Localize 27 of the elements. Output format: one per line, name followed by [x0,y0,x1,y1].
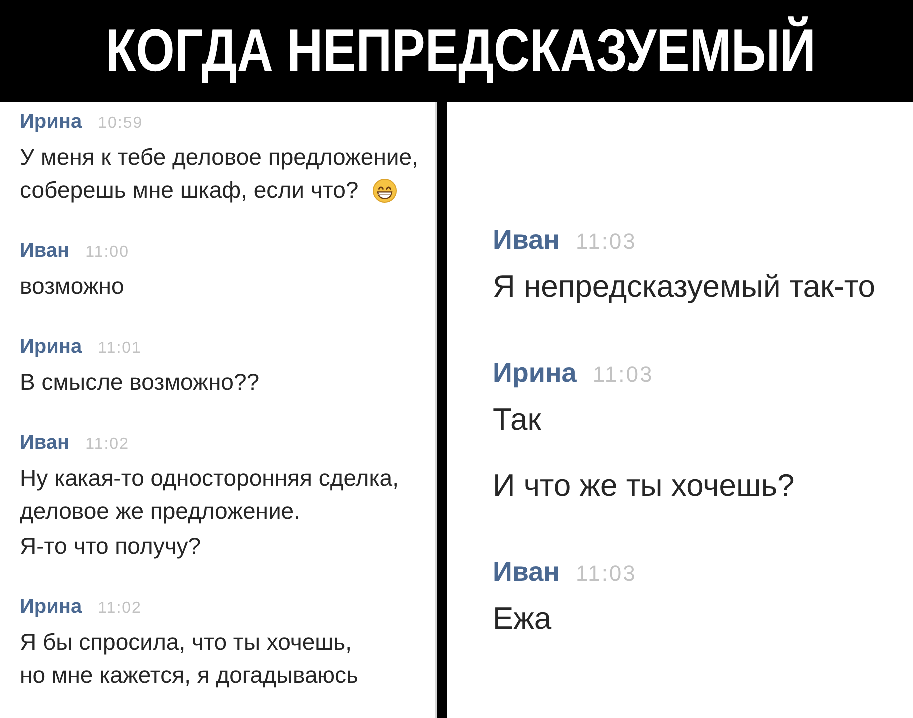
message-text: Ну какая-то односторонняя сделка, деловое же предложение. [20,465,399,524]
message-time: 11:02 [86,436,130,453]
message-time: 11:03 [576,229,637,254]
caption-text: КОГДА НЕПРЕДСКАЗУЕМЫЙ [105,19,816,83]
sender-name: Иван [493,557,560,587]
message-text: И что же ты хочешь? [493,468,795,503]
sender-name: Иван [20,240,70,262]
sender-name: Иван [493,225,560,255]
message-time: 11:01 [98,340,142,357]
message-text: возможно [20,273,124,299]
message-text: Так [493,402,542,437]
sender-name: Ирина [20,596,82,618]
message-time: 11:00 [86,244,130,261]
sender-name: Ирина [20,111,82,133]
message-text: Я-то что получу? [20,533,202,559]
message-text: У меня к тебе деловое предложение, соберешь мне шкаф, если что? [20,144,418,203]
message-text: Я непредсказуемый так-то [493,269,876,304]
message-text: Ежа [493,601,552,636]
message-time: 10:59 [98,115,144,132]
message-text: Я бы спросила, что ты хочешь, но мне кажется, я догадываюсь [20,629,359,688]
sender-name: Иван [20,432,70,454]
sender-name: Ирина [493,358,577,388]
message-time: 11:03 [592,362,654,387]
message-time: 11:03 [576,561,637,586]
sender-name: Ирина [20,336,82,358]
message-text: В смысле возможно?? [20,369,260,395]
message-time: 11:02 [98,600,142,617]
